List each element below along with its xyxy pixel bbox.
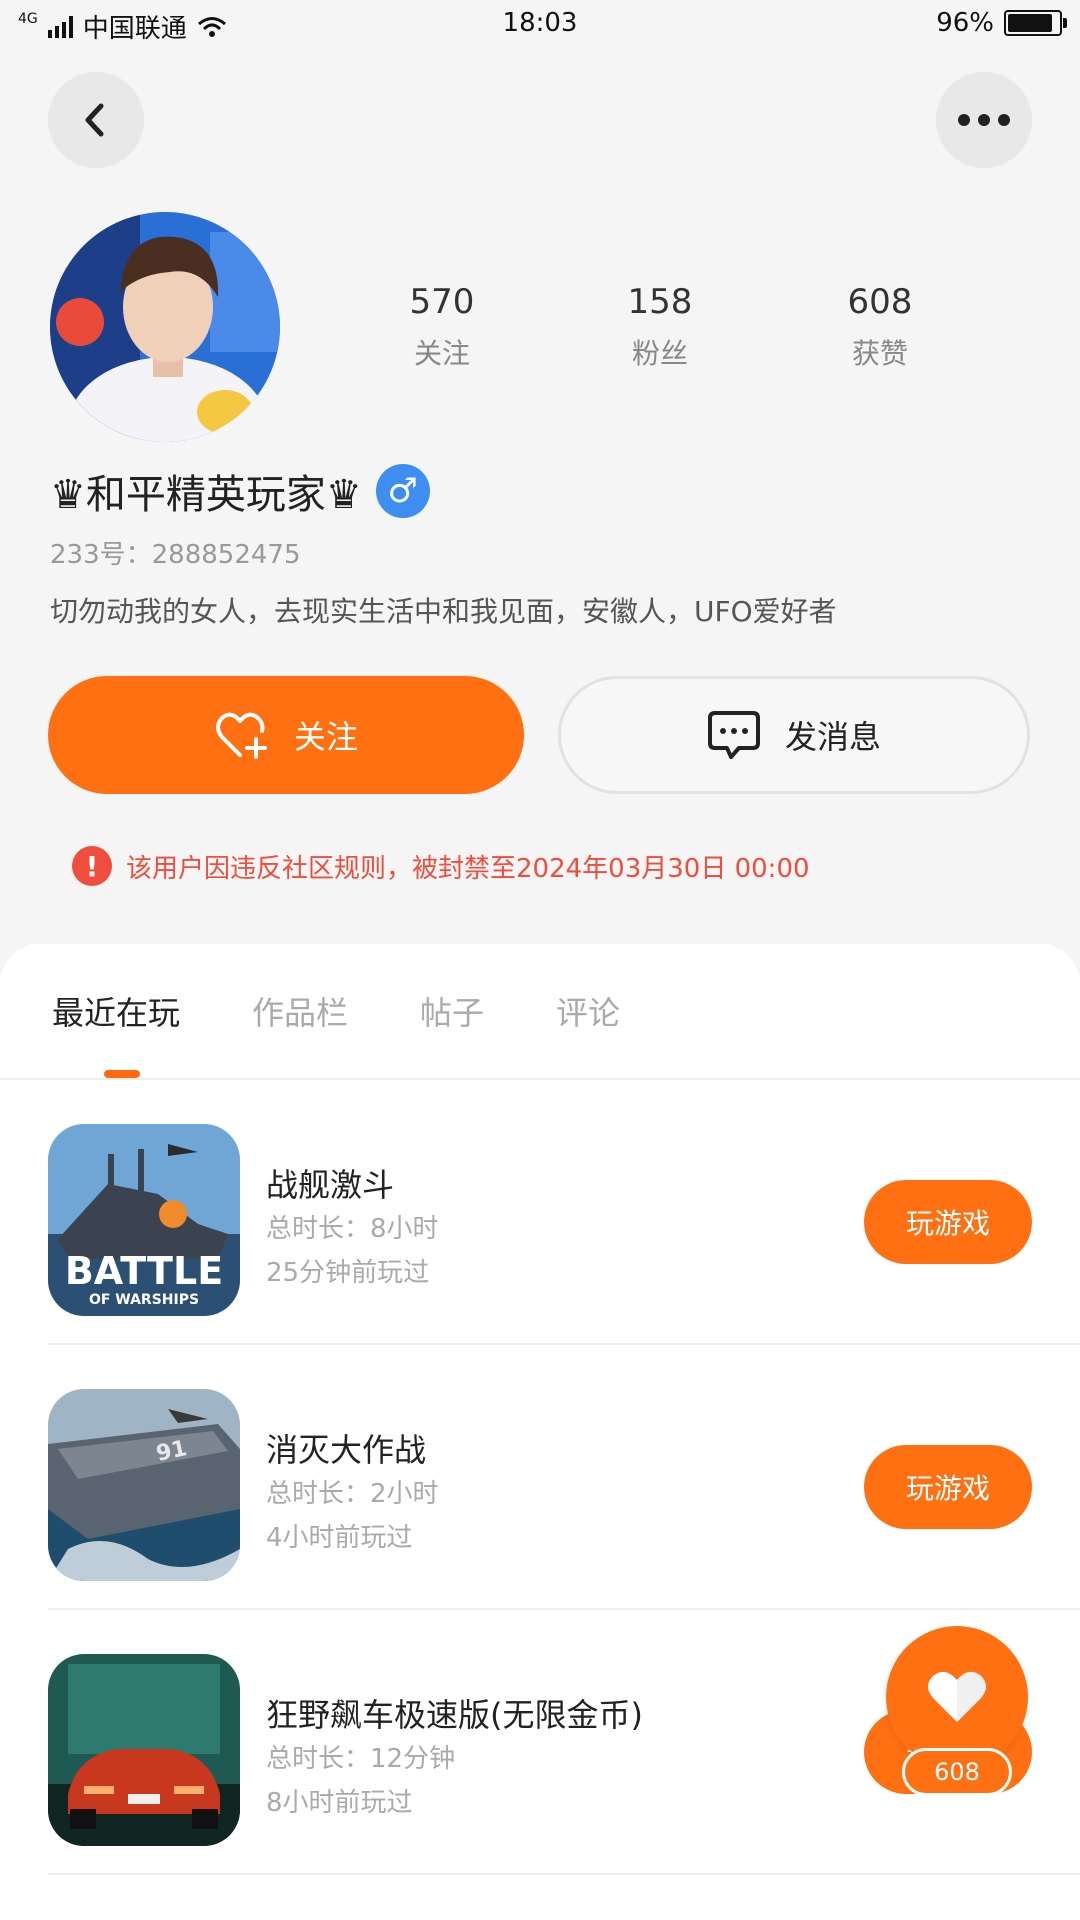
likes-label: 获赞 xyxy=(851,337,908,370)
game-name: 狂野飙车极速版(无限金币) xyxy=(266,1696,643,1734)
username-row: ♛和平精英玩家♛ ♂ xyxy=(50,462,430,520)
male-icon: ♂ xyxy=(375,464,430,518)
following-count: 570 xyxy=(409,282,475,322)
heart-icon xyxy=(928,1671,986,1722)
ban-text: 该用户因违反社区规则，被封禁至2024年03月30日 00:00 xyxy=(126,853,810,884)
user-bio: 切勿动我的女人，去现实生活中和我见面，安徽人，UFO爱好者 xyxy=(50,595,837,628)
follow-button[interactable]: 关注 xyxy=(48,676,524,794)
like-count-badge: 608 xyxy=(902,1748,1012,1796)
back-button[interactable] xyxy=(48,72,144,168)
game-last-played: 8小时前玩过 xyxy=(266,1788,413,1818)
warning-icon: ! xyxy=(72,846,112,886)
ban-notice: ! 该用户因违反社区规则，被封禁至2024年03月30日 00:00 xyxy=(72,846,810,886)
likes-count: 608 xyxy=(847,282,913,322)
message-button[interactable]: 发消息 xyxy=(558,676,1030,794)
battery-icon xyxy=(1004,10,1067,36)
game-duration: 总时长：2小时 xyxy=(266,1479,439,1509)
game-duration: 总时长：12分钟 xyxy=(266,1744,456,1774)
chat-bubble-icon xyxy=(707,711,760,759)
stat-likes[interactable]: 608 获赞 xyxy=(800,282,960,372)
followers-count: 158 xyxy=(627,282,693,322)
game-icon-subtitle: OF WARSHIPS xyxy=(89,1292,199,1308)
status-bar: 4G 中国联通 18:03 96% xyxy=(0,0,1080,52)
list-item[interactable]: BATTLE OF WARSHIPS 战舰激斗 总时长：8小时 25分钟前玩过 … xyxy=(48,1080,1080,1345)
game-last-played: 4小时前玩过 xyxy=(266,1523,413,1553)
list-item[interactable]: 91 消灭大作战 总时长：2小时 4小时前玩过 玩游戏 xyxy=(48,1345,1080,1610)
username: ♛和平精英玩家♛ xyxy=(50,472,362,518)
status-right: 96% xyxy=(936,8,1067,38)
battery-percent: 96% xyxy=(936,8,994,38)
tab-posts[interactable]: 帖子 xyxy=(420,988,484,1034)
message-label: 发消息 xyxy=(784,718,881,756)
tab-works[interactable]: 作品栏 xyxy=(252,988,348,1034)
followers-label: 粉丝 xyxy=(631,337,688,370)
avatar[interactable] xyxy=(50,212,280,442)
stat-following[interactable]: 570 关注 xyxy=(362,282,522,372)
tab-comments[interactable]: 评论 xyxy=(556,988,620,1034)
game-name: 消灭大作战 xyxy=(266,1431,427,1469)
game-icon-carrier: 91 xyxy=(48,1389,240,1581)
play-game-button[interactable]: 玩游戏 xyxy=(864,1180,1032,1264)
user-id: 233号：288852475 xyxy=(50,540,301,570)
follow-label: 关注 xyxy=(293,718,358,756)
game-last-played: 25分钟前玩过 xyxy=(266,1258,430,1288)
game-icon-racing xyxy=(48,1654,240,1846)
more-button[interactable] xyxy=(936,72,1032,168)
game-duration: 总时长：8小时 xyxy=(266,1214,439,1244)
game-name: 战舰激斗 xyxy=(266,1166,395,1204)
like-floating-button[interactable] xyxy=(886,1626,1028,1768)
tab-bar: 最近在玩 作品栏 帖子 评论 xyxy=(52,988,620,1034)
heart-plus-icon xyxy=(215,712,267,759)
status-time: 18:03 xyxy=(502,8,578,38)
game-icon-battle-warships: BATTLE OF WARSHIPS xyxy=(48,1124,240,1316)
game-icon-title: BATTLE xyxy=(65,1249,223,1293)
chevron-left-icon xyxy=(85,103,104,137)
avatar-image xyxy=(50,212,280,442)
row-divider xyxy=(48,1873,1080,1875)
following-label: 关注 xyxy=(413,337,470,370)
more-dots-icon xyxy=(958,114,1010,126)
tab-recent-playing[interactable]: 最近在玩 xyxy=(52,988,180,1034)
play-game-button[interactable]: 玩游戏 xyxy=(864,1445,1032,1529)
tab-indicator xyxy=(104,1070,140,1078)
stat-followers[interactable]: 158 粉丝 xyxy=(580,282,740,372)
